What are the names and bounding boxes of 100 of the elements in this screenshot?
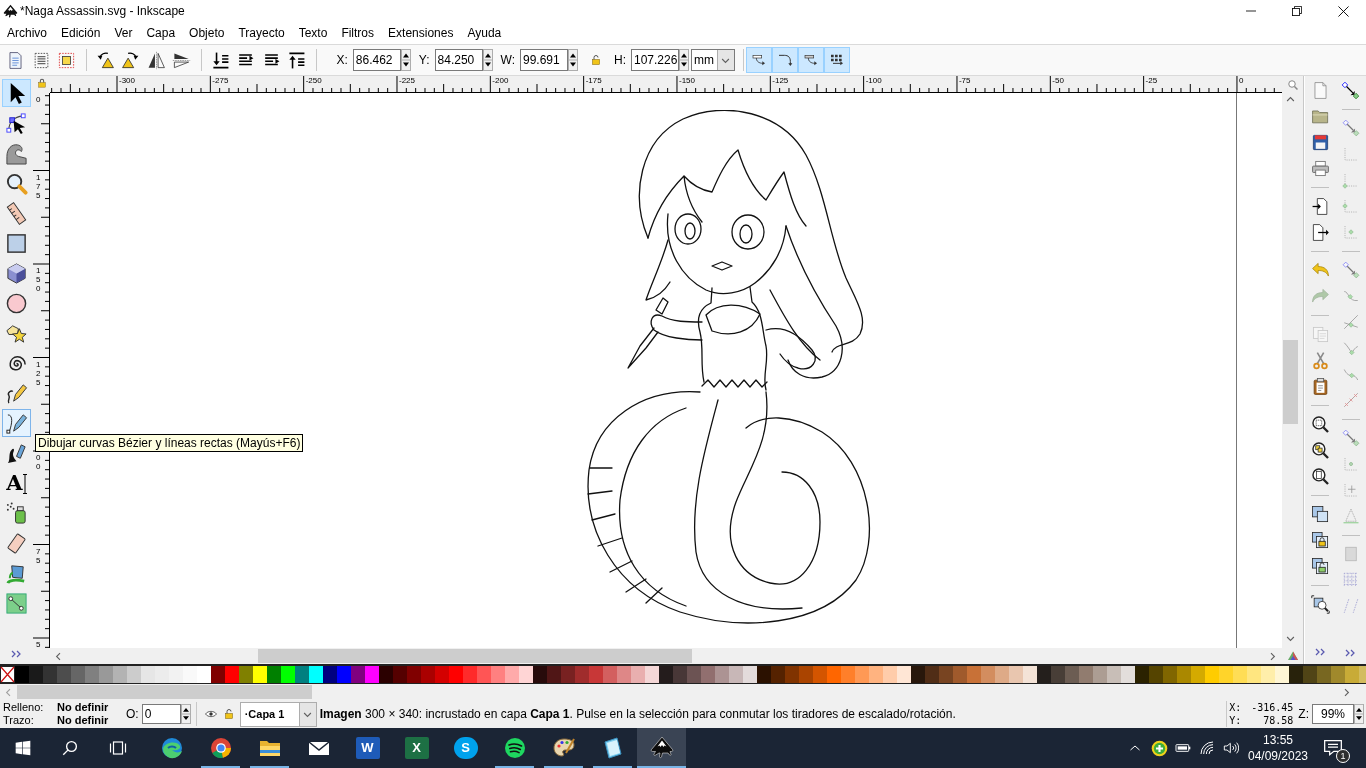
color-swatch[interactable] (449, 666, 463, 683)
color-swatch[interactable] (575, 666, 589, 683)
color-swatch[interactable] (785, 666, 799, 683)
color-swatch[interactable] (1121, 666, 1135, 683)
shaded-bar-arrow-icon[interactable] (803, 52, 819, 68)
color-swatch[interactable] (505, 666, 519, 683)
color-swatch[interactable] (281, 666, 295, 683)
color-swatch[interactable] (911, 666, 925, 683)
color-swatch[interactable] (1205, 666, 1219, 683)
bar-curved-arrow-icon[interactable] (751, 52, 767, 68)
menu-item[interactable]: Archivo (1, 25, 53, 41)
notification-icon[interactable] (1323, 738, 1343, 758)
color-swatch[interactable] (169, 666, 183, 683)
task-view-icon[interactable] (109, 739, 127, 757)
page-arrow-out-icon[interactable] (1310, 222, 1330, 242)
search-icon[interactable] (61, 739, 79, 757)
color-swatch[interactable] (127, 666, 141, 683)
windows-logo-icon[interactable] (15, 740, 31, 756)
chevron-right-icon[interactable] (1268, 651, 1277, 661)
color-swatch[interactable] (533, 666, 547, 683)
color-swatch[interactable] (197, 666, 211, 683)
close-icon[interactable] (1337, 5, 1349, 17)
color-swatch[interactable] (841, 666, 855, 683)
color-swatch[interactable] (603, 666, 617, 683)
color-swatch[interactable] (393, 666, 407, 683)
page-arrow-in-icon[interactable] (1310, 196, 1330, 216)
color-swatch[interactable] (1009, 666, 1023, 683)
color-swatch[interactable] (925, 666, 939, 683)
layer-dropdown[interactable]: ·Capa 1 (239, 701, 317, 727)
swirl-icon[interactable] (159, 736, 184, 760)
color-swatch[interactable] (995, 666, 1009, 683)
color-swatch[interactable] (15, 666, 29, 683)
clock-date[interactable]: 04/09/2023 (1247, 748, 1309, 764)
circle-waves-icon[interactable] (502, 736, 527, 760)
color-swatch[interactable] (1093, 666, 1107, 683)
opacity-field[interactable]: 0 (141, 704, 181, 724)
color-swatch[interactable] (491, 666, 505, 683)
speaker-icon[interactable] (1223, 740, 1239, 756)
printer-icon[interactable] (1310, 158, 1330, 178)
color-swatch[interactable] (673, 666, 687, 683)
color-swatch[interactable] (1079, 666, 1093, 683)
spin-buttons[interactable] (679, 49, 689, 71)
chevron-right-icon[interactable] (1342, 687, 1351, 697)
color-swatch[interactable] (953, 666, 967, 683)
color-swatch[interactable] (141, 666, 155, 683)
color-swatch[interactable] (547, 666, 561, 683)
spin-buttons[interactable] (482, 49, 493, 71)
ring-icon[interactable] (208, 736, 233, 760)
color-swatch[interactable] (701, 666, 715, 683)
color-swatch[interactable] (771, 666, 785, 683)
color-swatch[interactable] (267, 666, 281, 683)
menu-item[interactable]: Filtros (335, 25, 381, 41)
color-swatch[interactable] (757, 666, 771, 683)
menu-item[interactable]: Capa (140, 25, 182, 41)
color-swatch[interactable] (617, 666, 631, 683)
color-swatch[interactable] (155, 666, 169, 683)
chevron-down-icon[interactable] (1286, 634, 1295, 643)
squares-open-padlock-icon[interactable] (1310, 556, 1330, 576)
double-chevron-icon[interactable] (1314, 648, 1326, 656)
color-swatch[interactable] (687, 666, 701, 683)
double-chevron-icon[interactable] (1345, 649, 1356, 657)
rotate-left-icon[interactable] (95, 50, 115, 70)
wifi-icon[interactable] (1199, 740, 1215, 756)
menu-item[interactable]: Extensiones (382, 25, 460, 41)
color-swatch[interactable] (1107, 666, 1121, 683)
color-swatch[interactable] (351, 666, 365, 683)
color-swatch[interactable] (659, 666, 673, 683)
color-triangle-icon[interactable] (1286, 650, 1299, 662)
color-swatch[interactable] (1037, 666, 1051, 683)
color-swatch[interactable] (29, 666, 43, 683)
color-swatch[interactable] (897, 666, 911, 683)
color-swatch[interactable] (1345, 666, 1359, 683)
color-swatch[interactable] (323, 666, 337, 683)
color-swatch[interactable] (799, 666, 813, 683)
spin-buttons[interactable] (180, 704, 191, 724)
color-swatch[interactable] (183, 666, 197, 683)
color-swatch[interactable] (1163, 666, 1177, 683)
taskbar-app-button[interactable]: X (392, 728, 441, 768)
color-swatch[interactable] (1303, 666, 1317, 683)
color-swatch[interactable] (1331, 666, 1345, 683)
app-logo-icon[interactable] (649, 736, 674, 760)
color-swatch[interactable] (967, 666, 981, 683)
color-swatch[interactable] (869, 666, 883, 683)
number-field[interactable]: 86.462 (352, 49, 401, 71)
color-swatch[interactable] (71, 666, 85, 683)
menu-item[interactable]: Edición (55, 25, 107, 41)
down-arrow-lines-icon[interactable] (210, 50, 230, 70)
square-magnifier-icon[interactable] (1310, 594, 1330, 614)
rotate-right-icon[interactable] (121, 50, 141, 70)
color-swatch[interactable] (1135, 666, 1149, 683)
eye-icon[interactable] (204, 708, 217, 720)
lock-icon[interactable] (222, 708, 235, 720)
color-swatch[interactable] (365, 666, 379, 683)
number-field[interactable]: 99.691 (520, 49, 568, 71)
taskbar-app-button[interactable]: W (343, 728, 392, 768)
flip-horizontal-icon[interactable] (146, 50, 166, 70)
color-swatch[interactable] (729, 666, 743, 683)
up-arrow-lines-icon[interactable] (287, 50, 307, 70)
color-swatch[interactable] (1177, 666, 1191, 683)
color-swatch[interactable] (43, 666, 57, 683)
